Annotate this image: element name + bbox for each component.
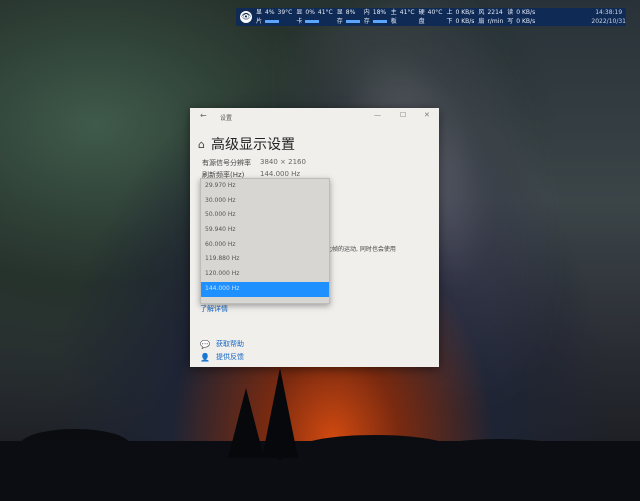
clock-time: 14:38:19 [595, 9, 623, 16]
feedback-label: 提供反馈 [215, 353, 244, 361]
system-clock[interactable]: 14:38:19 2022/10/31 [591, 8, 626, 26]
refresh-rate-dropdown[interactable]: 29.970 Hz 30.000 Hz 50.000 Hz 59.940 Hz … [200, 178, 330, 304]
disk-io-stats: 读0 KB/s 写0 KB/s [507, 9, 536, 25]
page-title: 高级显示设置 [210, 137, 295, 153]
description-text: 此帧的运动, 同时也会使用 [326, 246, 396, 253]
disk-stats: 硬 40°C 盘 [418, 9, 443, 25]
learn-more-link[interactable]: 了解详情 [200, 304, 228, 314]
resolution-value: 3840 × 2160 [260, 158, 306, 166]
memory-stats: 内 18% 存 [363, 9, 387, 25]
vram-bar [345, 20, 360, 23]
close-button[interactable]: ✕ [424, 111, 430, 119]
minimize-button[interactable]: — [374, 111, 381, 119]
dropdown-option[interactable]: 120.000 Hz [201, 267, 329, 282]
home-icon[interactable]: ⌂ [198, 138, 205, 151]
memory-bar [372, 20, 387, 23]
vram-stats: 显 8% 存 [337, 8, 360, 26]
dropdown-option[interactable]: 30.000 Hz [201, 194, 329, 209]
network-stats: 上0 KB/s 下0 KB/s [446, 9, 475, 25]
get-help-link[interactable]: 💬 获取帮助 [200, 339, 244, 349]
help-chat-icon: 💬 [200, 339, 210, 349]
dropdown-option[interactable]: 60.000 Hz [201, 238, 329, 253]
ground [0, 441, 640, 501]
resolution-row: 有源信号分辨率 3840 × 2160 [202, 158, 306, 168]
dropdown-option[interactable]: 50.000 Hz [201, 208, 329, 223]
gpu-stats: 显 0% 41°C 卡 [296, 9, 333, 25]
get-help-label: 获取帮助 [215, 340, 244, 348]
dropdown-option[interactable]: 119.880 Hz [201, 252, 329, 267]
fan-stats: 风 2214 扇 r/min [478, 9, 504, 25]
monitor-logo-icon[interactable]: 👁 [240, 11, 252, 23]
feedback-link[interactable]: 👤 提供反馈 [200, 352, 244, 362]
back-arrow-icon[interactable]: ← [200, 111, 207, 120]
resolution-label: 有源信号分辨率 [202, 159, 251, 167]
hardware-monitor-bar: 👁 显 4% 39°C 片 显 0% 41°C 卡 显 8% 存 内 18% 存 主 41°C… [236, 8, 626, 26]
dropdown-option-selected[interactable]: 144.000 Hz [201, 281, 329, 297]
gpu-bar [305, 20, 320, 23]
maximize-button[interactable]: ☐ [400, 111, 406, 119]
feedback-person-icon: 👤 [200, 352, 210, 362]
refresh-value: 144.000 Hz [260, 170, 301, 178]
window-title: 设置 [220, 115, 233, 122]
dropdown-option[interactable]: 59.940 Hz [201, 223, 329, 238]
cpu-bar [265, 20, 280, 23]
tree-left [228, 388, 264, 458]
title-bar: ← 设置 — ☐ ✕ [190, 108, 439, 124]
dropdown-option[interactable]: 29.970 Hz [201, 179, 329, 194]
board-stats: 主 41°C 板 [390, 9, 415, 25]
tree-trunk [278, 440, 282, 460]
cpu-stats: 显 4% 39°C 片 [256, 9, 293, 25]
page-title-row: ⌂ 高级显示设置 [198, 134, 295, 154]
clock-date: 2022/10/31 [591, 18, 626, 25]
